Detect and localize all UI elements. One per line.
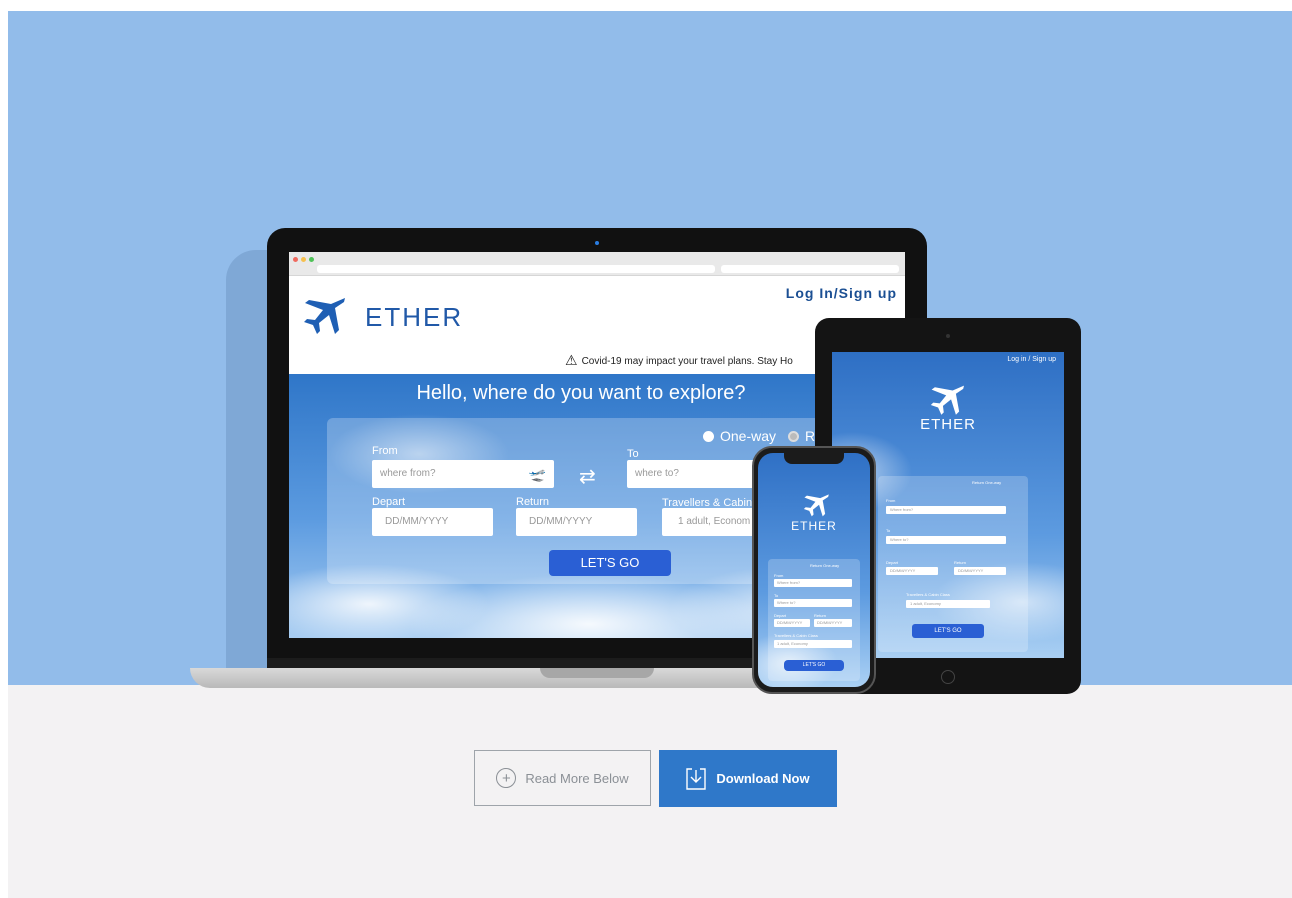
tablet-to-label: To [886, 528, 891, 533]
from-label: From [372, 445, 398, 457]
tablet-lets-go-button[interactable]: LET'S GO [912, 624, 984, 638]
swap-icon[interactable]: ⇄ [579, 464, 596, 489]
lets-go-button[interactable]: LET'S GO [549, 550, 671, 576]
phone-from-input[interactable]: Where from? [774, 579, 852, 587]
from-input[interactable]: where from? 🛫 [372, 460, 554, 488]
trip-type-selector: One-way R [703, 428, 815, 444]
phone-travellers-select[interactable]: 1 adult, Economy [774, 640, 852, 648]
phone-lets-go-button[interactable]: LET'S GO [784, 660, 844, 671]
tablet-brand-logo[interactable]: ETHER [832, 416, 1064, 433]
covid-notice: ⚠ Covid-19 may impact your travel plans. … [565, 352, 793, 369]
covid-notice-text: Covid-19 may impact your travel plans. S… [581, 356, 793, 367]
takeoff-icon: 🛫 [528, 466, 546, 482]
browser-minimize-dot[interactable] [301, 257, 306, 262]
phone-to-label: To [774, 593, 779, 598]
tablet-travellers-select[interactable]: 1 adult, Economy [906, 600, 990, 608]
warning-icon: ⚠ [565, 352, 578, 368]
one-way-radio[interactable] [703, 431, 714, 442]
phone-brand-logo[interactable]: ETHER [758, 519, 870, 533]
to-placeholder: where to? [635, 468, 679, 479]
tablet-trip-options[interactable]: Return One-way [972, 480, 1001, 485]
address-bar[interactable] [317, 265, 715, 273]
plus-circle-icon: + [496, 768, 517, 788]
download-icon [686, 767, 707, 790]
browser-maximize-dot[interactable] [309, 257, 314, 262]
phone-depart-input[interactable]: DD/MM/YYYY [774, 619, 810, 627]
depart-input[interactable]: DD/MM/YYYY [372, 508, 493, 536]
return-date-input[interactable]: DD/MM/YYYY [516, 508, 637, 536]
phone-from-label: From [774, 573, 784, 578]
tablet-login-link[interactable]: Log in / Sign up [1007, 356, 1056, 363]
browser-toolbar [289, 252, 905, 276]
depart-label: Depart [372, 496, 406, 508]
return-label: R [805, 428, 816, 444]
tablet-home-button[interactable] [941, 670, 955, 684]
phone-screen: ETHER Return One-way From Where from? To… [758, 453, 870, 687]
phone-travellers-label: Travellers & Cabin Class [774, 633, 818, 638]
to-label: To [627, 448, 639, 460]
phone-search-form: Return One-way From Where from? To Where… [768, 559, 860, 681]
tablet-depart-label: Depart [886, 560, 899, 565]
tablet-travellers-label: Travellers & Cabin Class [906, 592, 950, 597]
phone-to-input[interactable]: Where to? [774, 599, 852, 607]
login-signup-link[interactable]: Log In/Sign up [786, 285, 897, 301]
phone-trip-options[interactable]: Return One-way [810, 563, 839, 568]
search-headline: Hello, where do you want to explore? [416, 382, 746, 404]
from-placeholder: where from? [380, 468, 436, 479]
read-more-button[interactable]: + Read More Below [474, 750, 651, 806]
browser-search-field[interactable] [721, 265, 899, 273]
return-date-placeholder: DD/MM/YYYY [529, 516, 593, 527]
read-more-label: Read More Below [525, 770, 629, 786]
tablet-from-label: From [886, 498, 896, 503]
plane-icon [301, 296, 347, 343]
browser-close-dot[interactable] [293, 257, 298, 262]
one-way-label: One-way [720, 428, 777, 444]
tablet-return-label: Return [954, 560, 967, 565]
travellers-value: 1 adult, Econom [678, 516, 751, 527]
tablet-from-input[interactable]: Where from? [886, 506, 1006, 514]
phone-notch [784, 452, 844, 464]
tablet-search-form: Return One-way From Where from? To Where… [878, 476, 1028, 652]
return-date-label: Return [516, 496, 550, 508]
laptop-notch [540, 668, 654, 678]
phone-return-label: Return [814, 613, 827, 618]
tablet-to-input[interactable]: Where to? [886, 536, 1006, 544]
tablet-return-input[interactable]: DD/MM/YYYY [954, 567, 1006, 575]
brand-logo[interactable]: ETHER [365, 302, 463, 333]
phone-return-input[interactable]: DD/MM/YYYY [814, 619, 852, 627]
tablet-depart-input[interactable]: DD/MM/YYYY [886, 567, 938, 575]
return-radio[interactable] [788, 431, 800, 442]
tablet-camera [946, 334, 950, 338]
laptop-camera [595, 241, 599, 245]
download-now-button[interactable]: Download Now [659, 750, 837, 807]
phone-depart-label: Depart [774, 613, 787, 618]
download-now-label: Download Now [716, 771, 810, 786]
depart-placeholder: DD/MM/YYYY [385, 516, 449, 527]
